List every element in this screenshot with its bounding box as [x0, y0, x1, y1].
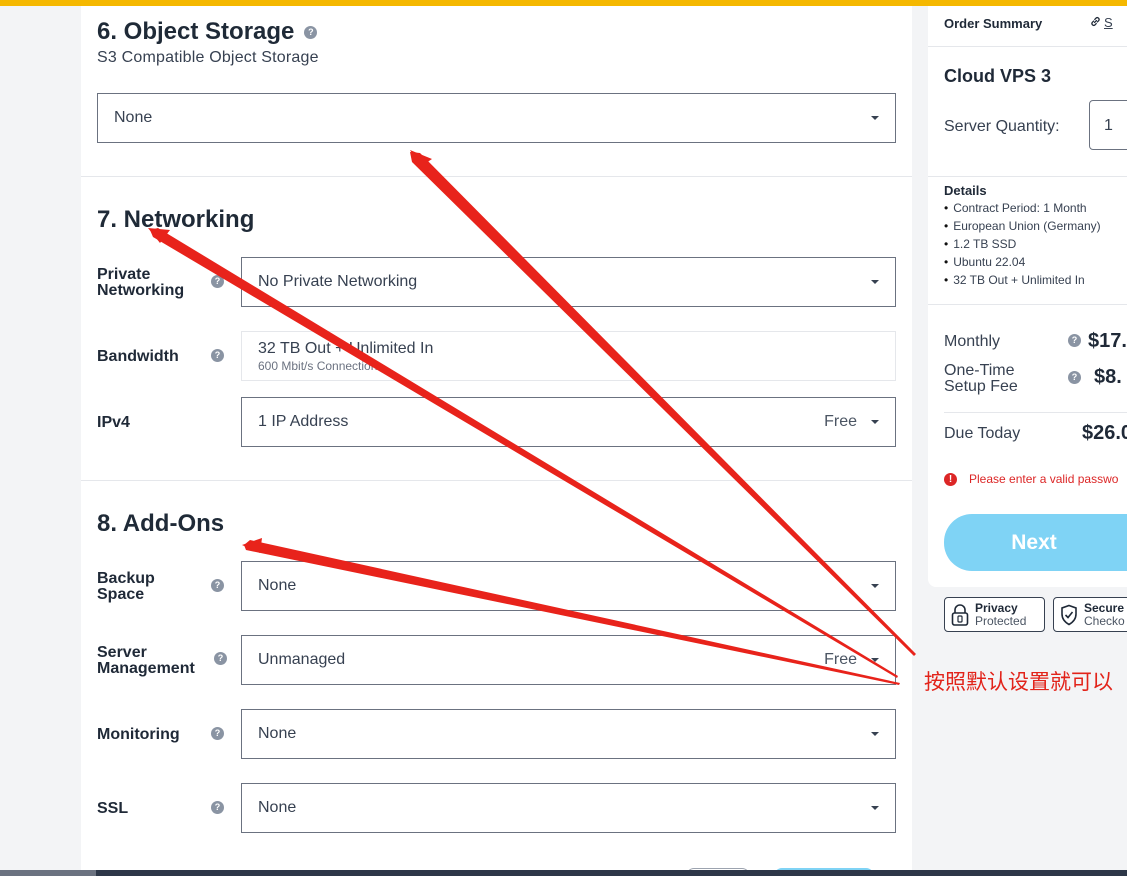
caret-down-icon — [871, 806, 879, 810]
monitoring-value: None — [258, 725, 297, 742]
ipv4-label: IPv4 — [97, 414, 130, 431]
order-summary-panel: Order Summary S Cloud VPS 3 Server Quant… — [928, 6, 1127, 587]
monitoring-label: Monitoring — [97, 726, 180, 743]
link-icon — [1091, 17, 1100, 26]
ipv4-price-tag: Free — [824, 413, 857, 430]
caret-down-icon — [871, 420, 879, 424]
privacy-badge-text: Privacy Protected — [975, 600, 1027, 628]
error-icon: ! — [944, 472, 957, 486]
due-today-price: $26.0 — [1082, 422, 1127, 444]
private-networking-select[interactable]: No Private Networking — [241, 257, 896, 307]
configuration-form: 6. Object Storage ? S3 Compatible Object… — [81, 6, 912, 876]
object-storage-value: None — [114, 109, 153, 126]
help-icon[interactable]: ? — [211, 275, 224, 288]
detail-item: 32 TB Out + Unlimited In — [944, 271, 1101, 289]
ipv4-select[interactable]: 1 IP Address Free — [241, 397, 896, 447]
detail-item: Contract Period: 1 Month — [944, 199, 1101, 217]
secure-badge-title: Secure — [1084, 600, 1125, 615]
summary-divider — [944, 412, 1127, 413]
section-divider — [81, 480, 912, 481]
help-icon[interactable]: ? — [304, 25, 318, 39]
server-management-value: Unmanaged — [258, 651, 346, 668]
privacy-badge-title: Privacy — [975, 600, 1018, 615]
bandwidth-label: Bandwidth — [97, 348, 179, 365]
caret-down-icon — [871, 584, 879, 588]
section-divider — [81, 176, 912, 177]
bandwidth-display: 32 TB Out + Unlimited In 600 Mbit/s Conn… — [241, 331, 896, 381]
ssl-select[interactable]: None — [241, 783, 896, 833]
monthly-price: $17. — [1088, 330, 1127, 352]
secure-badge-subtitle: Checko — [1084, 613, 1125, 628]
caret-down-icon — [871, 116, 879, 120]
backup-space-label: Backup Space — [97, 570, 155, 603]
secure-badge-text: Secure Checko — [1084, 600, 1125, 628]
annotation-note: 按照默认设置就可以 — [924, 670, 1113, 694]
privacy-badge-subtitle: Protected — [975, 613, 1027, 628]
bandwidth-value: 32 TB Out + Unlimited In — [258, 340, 434, 357]
private-networking-label: Private Networking — [97, 266, 185, 299]
backup-space-select[interactable]: None — [241, 561, 896, 611]
summary-divider — [928, 46, 1127, 47]
summary-divider — [928, 176, 1127, 177]
secure-checkout-badge: Secure Checko — [1053, 597, 1127, 632]
privacy-badge: Privacy Protected — [944, 597, 1045, 632]
server-management-price-tag: Free — [824, 651, 857, 668]
lock-icon — [951, 603, 969, 626]
caret-down-icon — [871, 658, 879, 662]
summary-divider — [928, 304, 1127, 305]
networking-title: 7. Networking — [97, 206, 255, 233]
help-icon[interactable]: ? — [211, 349, 224, 362]
bandwidth-detail: 600 Mbit/s Connection — [258, 359, 378, 373]
caret-down-icon — [871, 280, 879, 284]
detail-item: Ubuntu 22.04 — [944, 253, 1101, 271]
private-networking-value: No Private Networking — [258, 273, 418, 290]
server-management-select[interactable]: Unmanaged Free — [241, 635, 896, 685]
plan-name: Cloud VPS 3 — [944, 66, 1052, 86]
detail-item: 1.2 TB SSD — [944, 235, 1101, 253]
help-icon[interactable]: ? — [214, 652, 227, 665]
password-error-text: Please enter a valid passwo — [969, 472, 1119, 486]
caret-down-icon — [871, 732, 879, 736]
ssl-label: SSL — [97, 800, 129, 817]
server-quantity-input[interactable]: 1 — [1089, 100, 1127, 150]
help-icon[interactable]: ? — [211, 727, 224, 740]
order-summary-heading: Order Summary — [944, 16, 1043, 31]
shield-check-icon — [1061, 604, 1077, 625]
help-icon[interactable]: ? — [211, 579, 224, 592]
backup-space-value: None — [258, 577, 297, 594]
taskbar-strip — [0, 870, 1127, 876]
ipv4-value: 1 IP Address — [258, 413, 349, 430]
details-list: Contract Period: 1 Month European Union … — [944, 199, 1101, 289]
next-button[interactable]: Next — [944, 514, 1127, 571]
top-accent-bar — [0, 0, 1127, 6]
monitoring-select[interactable]: None — [241, 709, 896, 759]
detail-item: European Union (Germany) — [944, 217, 1100, 235]
share-link[interactable]: S — [1091, 15, 1113, 30]
details-title: Details — [944, 183, 987, 198]
ssl-value: None — [258, 799, 297, 816]
server-management-label: Server Management — [97, 644, 195, 677]
share-link-text: S — [1104, 15, 1113, 30]
setup-fee-price: $8. — [1094, 366, 1122, 388]
object-storage-select[interactable]: None — [97, 93, 896, 143]
help-icon[interactable]: ? — [1068, 371, 1081, 384]
object-storage-subtitle: S3 Compatible Object Storage — [97, 49, 319, 66]
object-storage-title: 6. Object Storage ? — [97, 18, 318, 46]
monthly-label: Monthly — [944, 333, 1001, 350]
server-quantity-label: Server Quantity: — [944, 118, 1060, 135]
password-error: ! Please enter a valid passwo — [944, 472, 1118, 486]
help-icon[interactable]: ? — [211, 801, 224, 814]
setup-fee-label: One-Time Setup Fee — [944, 362, 1018, 395]
help-icon[interactable]: ? — [1068, 334, 1081, 347]
due-today-label: Due Today — [944, 425, 1021, 442]
addons-title: 8. Add-Ons — [97, 510, 225, 537]
